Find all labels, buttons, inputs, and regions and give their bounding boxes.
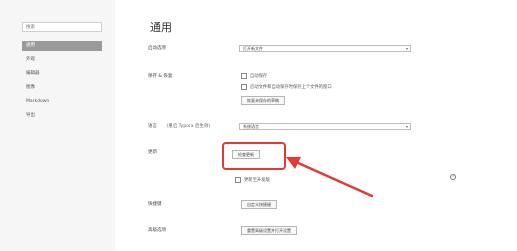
annotation-arrow (286, 157, 374, 198)
